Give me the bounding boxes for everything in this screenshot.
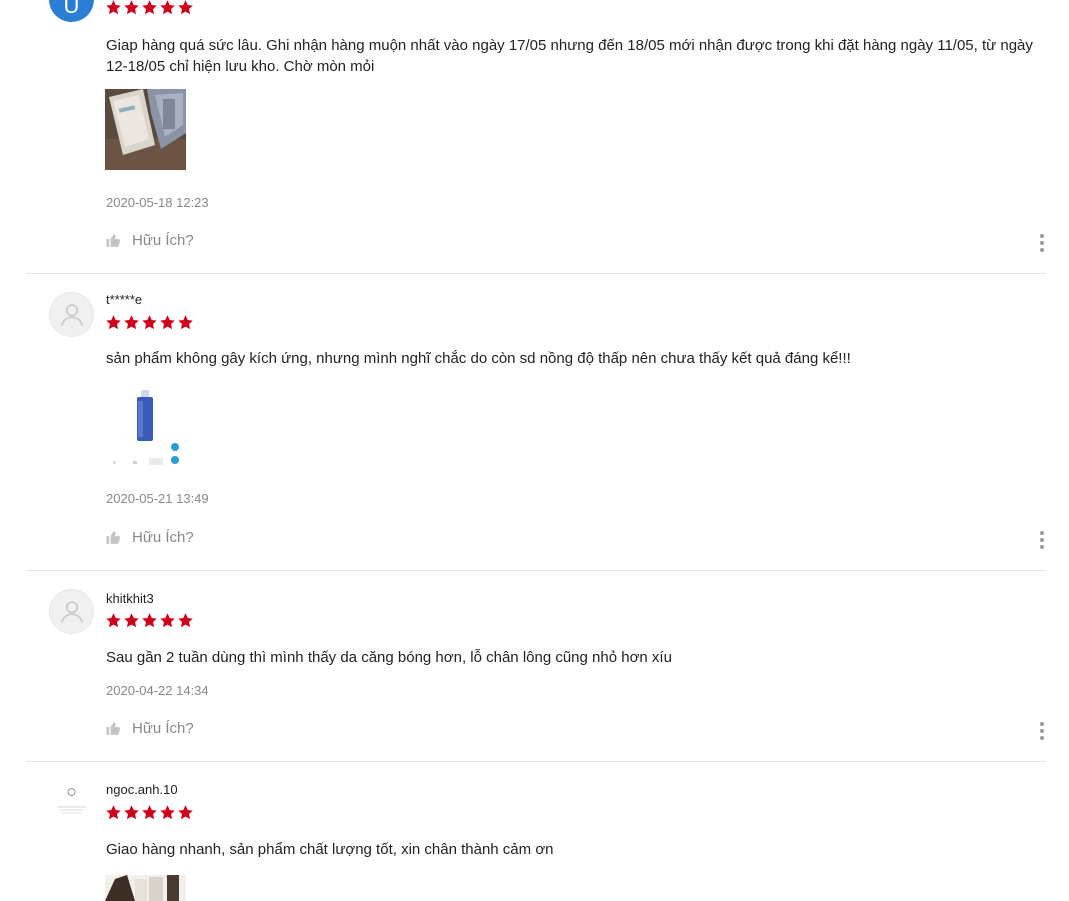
more-vertical-icon — [1040, 722, 1044, 726]
avatar[interactable] — [49, 589, 94, 634]
helpful-button[interactable]: Hữu Ích? — [105, 232, 194, 249]
star-icon — [105, 804, 122, 821]
review-divider — [26, 570, 1046, 571]
star-icon — [123, 804, 140, 821]
photo-package-image — [105, 89, 186, 170]
more-vertical-icon — [1040, 234, 1044, 238]
avatar-initial: U — [63, 0, 80, 18]
star-icon — [141, 612, 158, 629]
review-comment: Giap hàng quá sức lâu. Ghi nhận hàng muộ… — [106, 37, 1033, 75]
review-photo[interactable] — [105, 89, 186, 170]
star-icon — [159, 804, 176, 821]
helpful-label: Hữu Ích? — [132, 720, 194, 737]
star-icon — [123, 612, 140, 629]
star-rating — [105, 0, 194, 16]
thumbs-up-icon — [105, 529, 122, 546]
review-divider — [26, 761, 1046, 762]
star-rating — [105, 612, 194, 629]
helpful-button[interactable]: Hữu Ích? — [105, 720, 194, 737]
thumbs-up-icon — [105, 720, 122, 737]
star-icon — [177, 314, 194, 331]
review-comment: sản phẩm không gây kích ứng, nhưng mình … — [106, 350, 851, 367]
star-icon — [123, 314, 140, 331]
star-rating — [105, 314, 194, 331]
star-icon — [159, 0, 176, 16]
star-icon — [123, 0, 140, 16]
thumbs-up-icon — [105, 232, 122, 249]
more-vertical-icon — [1040, 531, 1044, 535]
star-icon — [159, 612, 176, 629]
photo-product-image — [105, 875, 186, 901]
star-icon — [177, 612, 194, 629]
review-comment: Sau gần 2 tuần dùng thì mình thấy da căn… — [106, 649, 672, 666]
avatar-logo-image — [57, 788, 86, 814]
review-comment: Giao hàng nhanh, sản phẩm chất lượng tốt… — [106, 841, 554, 858]
user-silhouette-icon — [58, 301, 86, 329]
avatar[interactable]: U — [49, 0, 94, 22]
reviewer-username[interactable]: ngoc.anh.10 — [106, 782, 178, 797]
review-timestamp: 2020-05-18 12:23 — [106, 195, 209, 210]
reviewer-username[interactable]: khitkhit3 — [106, 591, 154, 606]
helpful-button[interactable]: Hữu Ích? — [105, 529, 194, 546]
more-options-button[interactable] — [1038, 234, 1046, 252]
star-icon — [141, 314, 158, 331]
star-rating — [105, 804, 194, 821]
star-icon — [141, 804, 158, 821]
photo-product-bottle-image — [105, 387, 186, 468]
star-icon — [177, 804, 194, 821]
user-silhouette-icon — [58, 598, 86, 626]
reviewer-username[interactable]: t*****e — [106, 292, 142, 307]
avatar[interactable] — [49, 780, 94, 825]
star-icon — [141, 0, 158, 16]
review-photo[interactable] — [105, 387, 186, 468]
star-icon — [177, 0, 194, 16]
more-options-button[interactable] — [1038, 531, 1046, 549]
review-timestamp: 2020-05-21 13:49 — [106, 491, 209, 506]
star-icon — [105, 0, 122, 16]
avatar[interactable] — [49, 292, 94, 337]
more-options-button[interactable] — [1038, 722, 1046, 740]
helpful-label: Hữu Ích? — [132, 529, 194, 546]
review-timestamp: 2020-04-22 14:34 — [106, 683, 209, 698]
star-icon — [105, 612, 122, 629]
star-icon — [105, 314, 122, 331]
review-photo[interactable] — [105, 875, 186, 901]
review-divider — [26, 273, 1046, 274]
helpful-label: Hữu Ích? — [132, 232, 194, 249]
star-icon — [159, 314, 176, 331]
